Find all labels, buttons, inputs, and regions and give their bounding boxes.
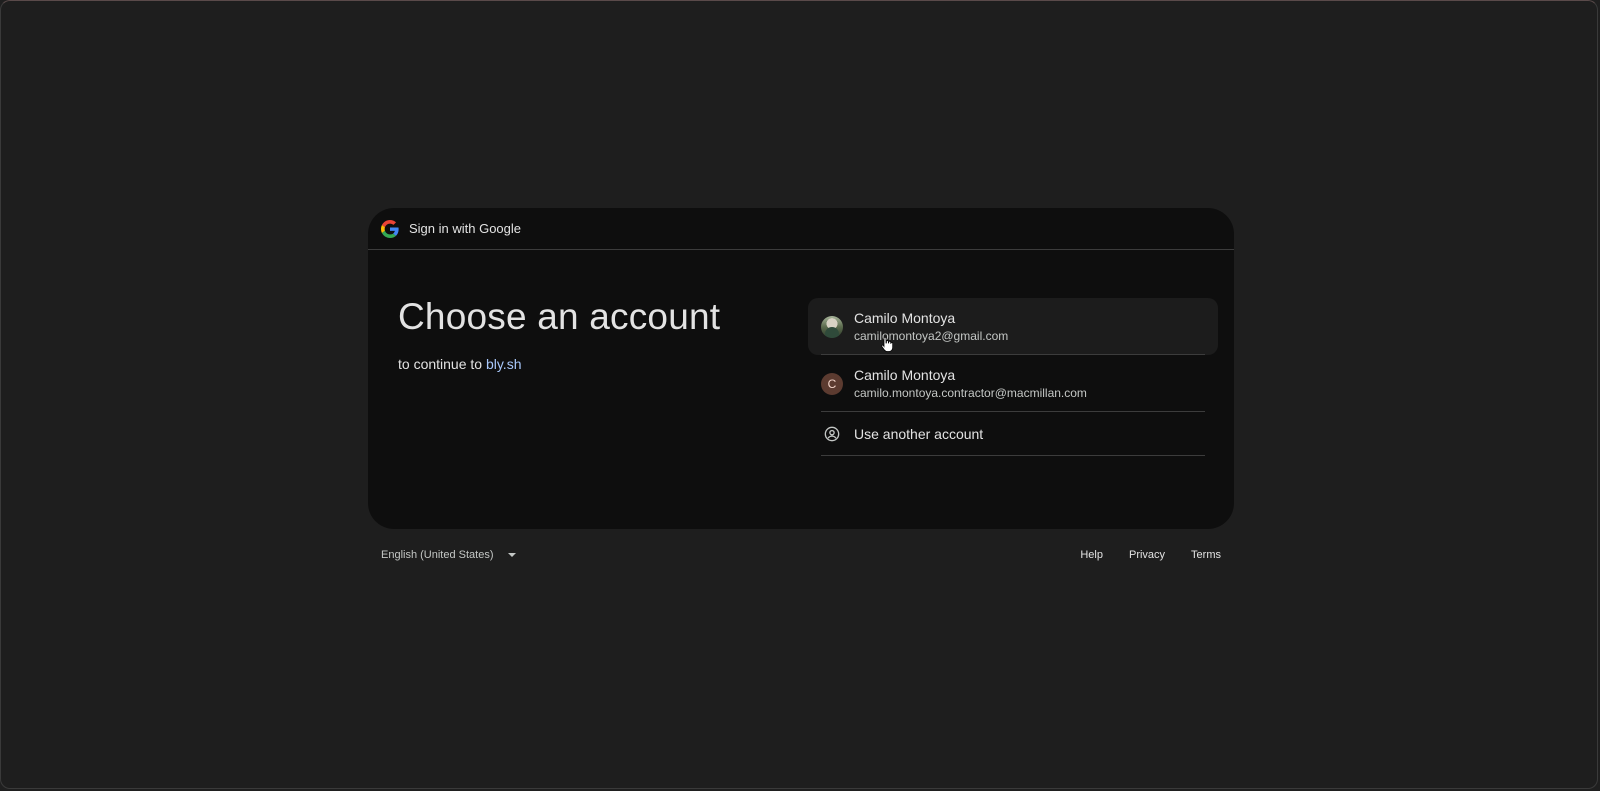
privacy-link[interactable]: Privacy [1129, 549, 1165, 561]
sign-in-card: Sign in with Google Choose an account to… [368, 208, 1234, 529]
account-name: Camilo Montoya [854, 309, 956, 326]
subtitle-prefix: to continue to [398, 356, 483, 372]
caret-down-icon [507, 553, 516, 557]
help-link[interactable]: Help [1080, 549, 1103, 561]
language-selector[interactable]: English (United States) [368, 549, 516, 561]
use-another-account-button[interactable]: Use another account [808, 412, 1218, 456]
avatar-letter: C [821, 372, 843, 395]
divider [821, 455, 1205, 456]
site-link[interactable]: bly.sh [486, 356, 522, 372]
account-email: camilomontoya2@gmail.com [854, 328, 1009, 343]
account-circle-icon [821, 423, 843, 445]
terms-link[interactable]: Terms [1191, 549, 1221, 561]
account-item-camilomontoya2[interactable]: Camilo Montoya camilomontoya2@gmail.com [808, 298, 1218, 355]
account-name: Camilo Montoya [854, 366, 956, 383]
hand-cursor-icon [881, 336, 893, 352]
account-email: camilo.montoya.contractor@macmillan.com [854, 385, 1087, 400]
google-g-icon [381, 219, 399, 238]
avatar-photo [821, 315, 843, 338]
account-list: Camilo Montoya camilomontoya2@gmail.com … [808, 298, 1218, 456]
account-item-macmillan[interactable]: C Camilo Montoya camilo.montoya.contract… [808, 355, 1218, 412]
card-header: Sign in with Google [368, 208, 1234, 250]
use-another-label: Use another account [854, 426, 984, 442]
footer-links: Help Privacy Terms [1054, 549, 1234, 561]
header-title: Sign in with Google [409, 221, 522, 236]
page-title: Choose an account [398, 296, 721, 337]
left-pane: Choose an account to continue to bly.sh [398, 296, 720, 372]
language-label: English (United States) [381, 549, 494, 561]
footer: English (United States) Help Privacy Ter… [368, 545, 1234, 565]
subtitle: to continue to bly.sh [398, 356, 720, 372]
